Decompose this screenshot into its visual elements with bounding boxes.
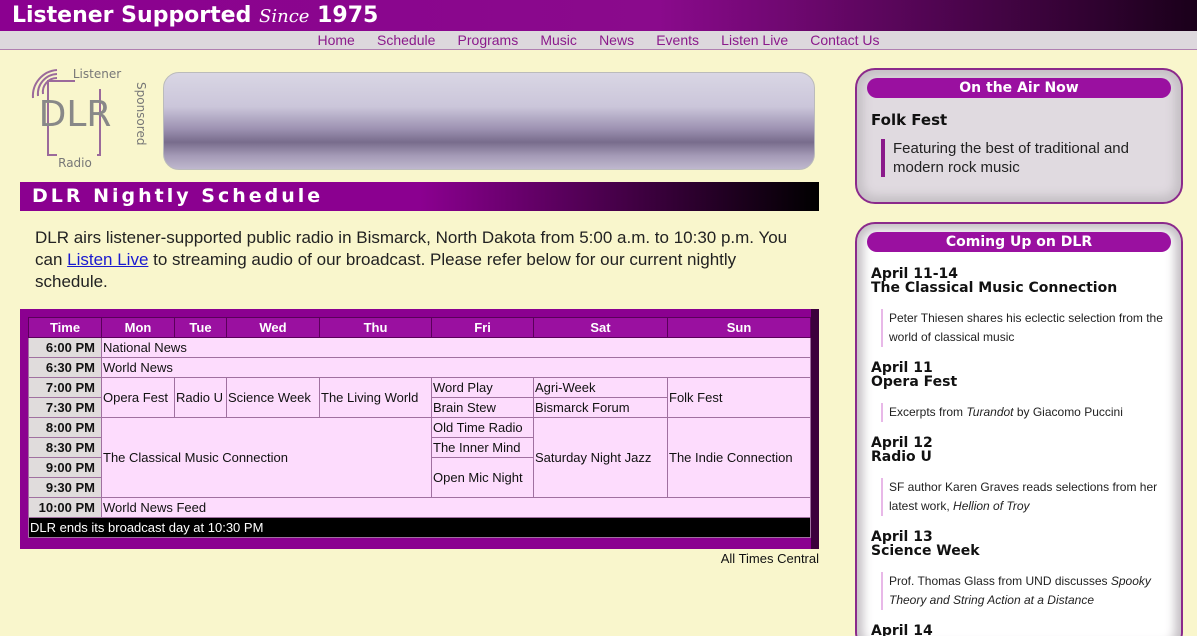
- program-cell[interactable]: The Living World: [319, 377, 432, 418]
- table-row: 6:00 PM National News: [28, 337, 811, 358]
- event-date: April 11-14: [871, 266, 959, 282]
- event-date: April 14: [871, 623, 933, 636]
- program-cell[interactable]: The Indie Connection: [667, 417, 811, 498]
- program-cell[interactable]: The Inner Mind: [431, 437, 534, 458]
- program-cell[interactable]: Science Week: [226, 377, 320, 418]
- site-tagline-year: 1975: [317, 3, 379, 28]
- list-item: April 11-14 The Classical Music Connecti…: [871, 267, 1181, 347]
- table-row: 10:00 PM World News Feed: [28, 497, 811, 518]
- program-cell[interactable]: World News Feed: [101, 497, 811, 518]
- coming-up-box: Coming Up on DLR April 11-14 The Classic…: [855, 222, 1183, 636]
- logo-text-bottom: Radio: [58, 156, 92, 170]
- list-item: April 13 Science Week Prof. Thomas Glass…: [871, 530, 1181, 610]
- program-cell[interactable]: Opera Fest: [101, 377, 175, 418]
- program-cell[interactable]: Old Time Radio: [431, 417, 534, 438]
- event-description-text: Excerpts from: [889, 405, 967, 419]
- event-title[interactable]: Radio U: [871, 450, 1181, 464]
- schedule-intro: DLR airs listener-supported public radio…: [35, 227, 795, 293]
- time-cell: 7:30 PM: [28, 397, 102, 418]
- event-description: Peter Thiesen shares his eclectic select…: [881, 309, 1167, 347]
- coming-up-heading: Coming Up on DLR: [867, 232, 1171, 252]
- on-air-show-title[interactable]: Folk Fest: [871, 111, 1181, 129]
- site-header: Listener Supported Since 1975: [0, 0, 1197, 31]
- event-description-text: by Giacomo Puccini: [1013, 405, 1123, 419]
- table-row: 8:00 PM The Classical Music Connection O…: [28, 417, 811, 498]
- nav-home[interactable]: Home: [318, 32, 355, 48]
- site-tagline: Listener Supported: [12, 3, 252, 28]
- on-air-heading: On the Air Now: [867, 78, 1171, 98]
- col-header-tue: Tue: [174, 317, 227, 338]
- program-cell[interactable]: Open Mic Night: [431, 457, 534, 498]
- event-work-title: Hellion of Troy: [953, 499, 1030, 513]
- site-tagline-since: Since: [259, 6, 310, 27]
- on-air-show-description: Featuring the best of traditional and mo…: [881, 139, 1167, 177]
- schedule-title: DLR Nightly Schedule: [20, 182, 819, 211]
- broadcast-end-note: DLR ends its broadcast day at 10:30 PM: [28, 517, 811, 538]
- list-item: April 14: [871, 624, 1181, 636]
- nav-listen-live[interactable]: Listen Live: [721, 32, 788, 48]
- event-title[interactable]: Science Week: [871, 544, 1181, 558]
- time-cell: 9:00 PM: [28, 457, 102, 478]
- program-cell[interactable]: Bismarck Forum: [533, 397, 668, 418]
- nav-events[interactable]: Events: [656, 32, 699, 48]
- dlr-logo[interactable]: Listener DLR Radio Sponsored: [27, 64, 153, 174]
- time-cell: 10:00 PM: [28, 497, 102, 518]
- event-description: Prof. Thomas Glass from UND discusses Sp…: [881, 572, 1167, 610]
- time-cell: 6:00 PM: [28, 337, 102, 358]
- program-cell[interactable]: Agri-Week: [533, 377, 668, 398]
- col-header-sat: Sat: [533, 317, 668, 338]
- timezone-note: All Times Central: [720, 551, 819, 566]
- program-cell[interactable]: Radio U: [174, 377, 227, 418]
- program-cell[interactable]: World News: [101, 357, 811, 378]
- table-row: 6:30 PM World News: [28, 357, 811, 378]
- nav-programs[interactable]: Programs: [458, 32, 519, 48]
- event-work-title: Turandot: [966, 405, 1014, 419]
- list-item: April 12 Radio U SF author Karen Graves …: [871, 436, 1181, 516]
- table-header-row: Time Mon Tue Wed Thu Fri Sat Sun: [28, 317, 811, 338]
- event-date: April 11: [871, 360, 933, 376]
- nav-contact-us[interactable]: Contact Us: [810, 32, 879, 48]
- nav-schedule[interactable]: Schedule: [377, 32, 435, 48]
- table-footer-row: DLR ends its broadcast day at 10:30 PM: [28, 517, 811, 538]
- logo-text-top: Listener: [73, 67, 121, 81]
- program-cell[interactable]: The Classical Music Connection: [101, 417, 432, 498]
- time-cell: 6:30 PM: [28, 357, 102, 378]
- event-date: April 13: [871, 529, 933, 545]
- nav-news[interactable]: News: [599, 32, 634, 48]
- col-header-fri: Fri: [431, 317, 534, 338]
- schedule-table: Time Mon Tue Wed Thu Fri Sat Sun 6:00 PM…: [28, 317, 811, 538]
- col-header-mon: Mon: [101, 317, 175, 338]
- program-cell[interactable]: Word Play: [431, 377, 534, 398]
- event-description: SF author Karen Graves reads selections …: [881, 478, 1167, 516]
- on-air-now-box: On the Air Now Folk Fest Featuring the b…: [855, 68, 1183, 204]
- col-header-wed: Wed: [226, 317, 320, 338]
- event-description-text: Prof. Thomas Glass from UND discusses: [889, 574, 1111, 588]
- col-header-thu: Thu: [319, 317, 432, 338]
- schedule-table-frame: Time Mon Tue Wed Thu Fri Sat Sun 6:00 PM…: [20, 309, 819, 549]
- event-date: April 12: [871, 435, 933, 451]
- col-header-sun: Sun: [667, 317, 811, 338]
- listen-live-link[interactable]: Listen Live: [67, 250, 148, 269]
- time-cell: 7:00 PM: [28, 377, 102, 398]
- logo-text-side: Sponsored: [134, 82, 148, 145]
- col-header-time: Time: [28, 317, 102, 338]
- table-row: 7:00 PM Opera Fest Radio U Science Week …: [28, 377, 811, 418]
- time-cell: 8:30 PM: [28, 437, 102, 458]
- list-item: April 11 Opera Fest Excerpts from Turand…: [871, 361, 1181, 422]
- program-cell[interactable]: Saturday Night Jazz: [533, 417, 668, 498]
- logo-text-main: DLR: [39, 94, 112, 135]
- event-title[interactable]: The Classical Music Connection: [871, 281, 1181, 295]
- prairie-banner-image: [163, 72, 815, 170]
- nav-music[interactable]: Music: [540, 32, 577, 48]
- program-cell[interactable]: Brain Stew: [431, 397, 534, 418]
- main-nav: Home Schedule Programs Music News Events…: [0, 31, 1197, 50]
- time-cell: 8:00 PM: [28, 417, 102, 438]
- event-description: Excerpts from Turandot by Giacomo Puccin…: [881, 403, 1167, 422]
- program-cell[interactable]: National News: [101, 337, 811, 358]
- program-cell[interactable]: Folk Fest: [667, 377, 811, 418]
- time-cell: 9:30 PM: [28, 477, 102, 498]
- event-title[interactable]: Opera Fest: [871, 375, 1181, 389]
